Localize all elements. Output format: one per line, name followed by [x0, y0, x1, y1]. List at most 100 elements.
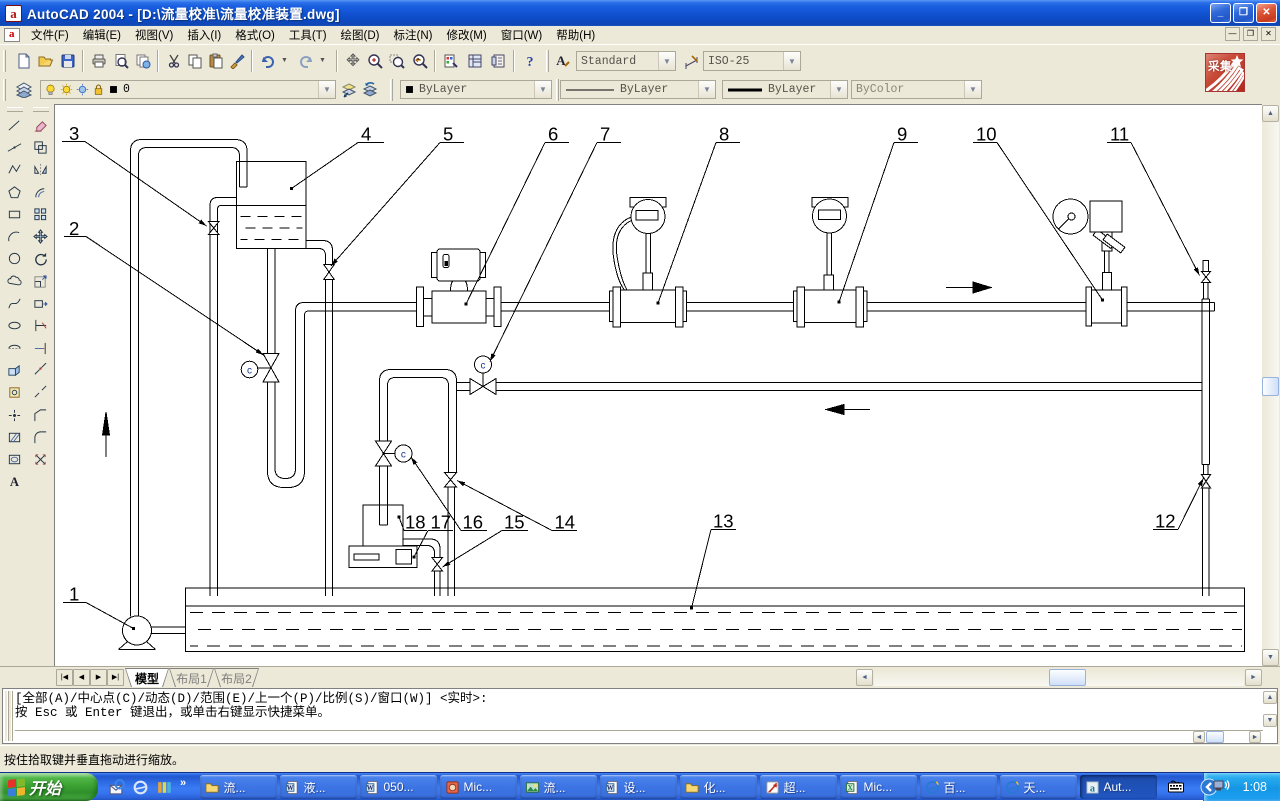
- tab-next-button[interactable]: ▶: [90, 669, 107, 686]
- tab-first-button[interactable]: |◀: [56, 669, 73, 686]
- draw-line-button[interactable]: [2, 114, 26, 136]
- print-preview-button[interactable]: [110, 50, 132, 72]
- draw-multiline-text-button[interactable]: A: [2, 471, 26, 493]
- toolbar-grip[interactable]: [3, 79, 6, 101]
- caiji-plugin-logo[interactable]: 采集: [1205, 53, 1245, 92]
- taskbar-task-8[interactable]: 超...: [760, 775, 837, 799]
- publish-button[interactable]: [132, 50, 154, 72]
- cut-button[interactable]: [163, 50, 185, 72]
- draw-ellipse-button[interactable]: [2, 315, 26, 337]
- quicklaunch-internet-explorer-icon[interactable]: [130, 777, 150, 797]
- command-scroll-up[interactable]: ▲: [1263, 691, 1277, 704]
- draw-region-button[interactable]: [2, 448, 26, 470]
- redo-dropdown[interactable]: ▼: [317, 50, 328, 72]
- command-input[interactable]: [15, 730, 1263, 744]
- command-window-grip[interactable]: [5, 691, 13, 741]
- modify-explode-button[interactable]: [28, 448, 52, 470]
- toolbar-grip[interactable]: [390, 79, 393, 101]
- new-button[interactable]: [13, 50, 35, 72]
- paste-button[interactable]: [205, 50, 227, 72]
- restore-button[interactable]: ❐: [1233, 3, 1254, 23]
- menu-format[interactable]: 格式(O): [228, 25, 282, 45]
- taskbar-task-5[interactable]: 流...: [520, 775, 597, 799]
- taskbar-task-2[interactable]: W液...: [280, 775, 357, 799]
- modify-stretch-button[interactable]: [28, 292, 52, 314]
- match-properties-button[interactable]: [226, 50, 248, 72]
- taskbar-task-1[interactable]: 流...: [200, 775, 277, 799]
- draw-point-button[interactable]: [2, 404, 26, 426]
- plot-style-combo[interactable]: ByColor▼: [851, 80, 982, 99]
- taskbar-task-7[interactable]: 化...: [680, 775, 757, 799]
- tray-volume-icon[interactable]: [1213, 779, 1230, 799]
- toolbar-grip[interactable]: [3, 50, 6, 72]
- canvas-hscroll-left[interactable]: ◄: [856, 669, 873, 686]
- quicklaunch-outlook-express-icon[interactable]: [106, 777, 126, 797]
- zoom-previous-button[interactable]: [409, 50, 431, 72]
- canvas-hscroll-right[interactable]: ►: [1245, 669, 1262, 686]
- properties-button[interactable]: [440, 50, 462, 72]
- minimize-button[interactable]: _: [1210, 3, 1231, 23]
- draw-hatch-button[interactable]: [2, 426, 26, 448]
- modify-rotate-button[interactable]: [28, 248, 52, 270]
- menu-tools[interactable]: 工具(T): [282, 25, 334, 45]
- modify-fillet-button[interactable]: [28, 426, 52, 448]
- command-hscroll-thumb[interactable]: [1206, 731, 1224, 743]
- toolbar-grip[interactable]: [7, 107, 23, 112]
- command-hscroll-left[interactable]: ◄: [1193, 731, 1205, 743]
- tool-palettes-button[interactable]: [487, 50, 509, 72]
- tab-model[interactable]: 模型: [125, 668, 169, 687]
- make-object-layer-current-button[interactable]: [338, 79, 360, 101]
- taskbar-task-10[interactable]: 百...: [920, 775, 997, 799]
- dim-style-combo[interactable]: ISO-25▼: [703, 51, 801, 71]
- undo-button[interactable]: [257, 50, 279, 72]
- taskbar-task-9[interactable]: XMic...: [840, 775, 917, 799]
- print-button[interactable]: [88, 50, 110, 72]
- draw-spline-button[interactable]: [2, 292, 26, 314]
- text-style-combo[interactable]: Standard▼: [576, 51, 676, 71]
- open-button[interactable]: [35, 50, 57, 72]
- close-button[interactable]: ✕: [1256, 3, 1277, 23]
- modify-copy-object-button[interactable]: [28, 136, 52, 158]
- command-window[interactable]: [全部(A)/中心点(C)/动态(D)/范围(E)/上一个(P)/比例(S)/窗…: [2, 688, 1278, 744]
- linetype-combo[interactable]: ByLayer▼: [560, 80, 716, 99]
- undo-dropdown[interactable]: ▼: [279, 50, 290, 72]
- taskbar-task-4[interactable]: Mic...: [440, 775, 517, 799]
- menu-help[interactable]: 帮助(H): [549, 25, 602, 45]
- draw-polygon-button[interactable]: [2, 181, 26, 203]
- draw-construction-line-button[interactable]: [2, 136, 26, 158]
- draw-circle-button[interactable]: [2, 248, 26, 270]
- menu-view[interactable]: 视图(V): [128, 25, 180, 45]
- toolbar-grip[interactable]: [556, 79, 559, 101]
- modify-array-button[interactable]: [28, 203, 52, 225]
- modify-offset-button[interactable]: [28, 181, 52, 203]
- layer-previous-button[interactable]: [359, 79, 381, 101]
- draw-polyline-button[interactable]: [2, 159, 26, 181]
- draw-insert-block-button[interactable]: [2, 359, 26, 381]
- lineweight-combo[interactable]: ByLayer▼: [722, 80, 848, 99]
- command-scroll-down[interactable]: ▼: [1263, 714, 1277, 727]
- pan-realtime-button[interactable]: [342, 50, 364, 72]
- modify-mirror-button[interactable]: [28, 159, 52, 181]
- start-button[interactable]: 开始: [0, 773, 98, 801]
- modify-break-button[interactable]: [28, 382, 52, 404]
- quicklaunch-chevron[interactable]: »: [180, 777, 186, 789]
- mdi-close-button[interactable]: ✕: [1261, 27, 1276, 41]
- tab-last-button[interactable]: ▶|: [107, 669, 124, 686]
- canvas-vscroll-thumb[interactable]: [1262, 377, 1279, 396]
- modify-break-at-point-button[interactable]: [28, 359, 52, 381]
- taskbar-task-11[interactable]: 天...: [1000, 775, 1077, 799]
- menu-modify[interactable]: 修改(M): [439, 25, 493, 45]
- toolbar-grip[interactable]: [546, 50, 549, 72]
- taskbar-task-3[interactable]: W050...: [360, 775, 437, 799]
- tab-prev-button[interactable]: ◀: [73, 669, 90, 686]
- redo-button[interactable]: [295, 50, 317, 72]
- layer-combo[interactable]: 0▼: [40, 80, 336, 99]
- modify-erase-button[interactable]: [28, 114, 52, 136]
- command-hscroll-right[interactable]: ►: [1249, 731, 1261, 743]
- color-combo[interactable]: ByLayer▼: [400, 80, 552, 99]
- menu-insert[interactable]: 插入(I): [180, 25, 228, 45]
- zoom-window-button[interactable]: [386, 50, 408, 72]
- modify-chamfer-button[interactable]: [28, 404, 52, 426]
- menu-file[interactable]: 文件(F): [24, 25, 76, 45]
- draw-make-block-button[interactable]: [2, 382, 26, 404]
